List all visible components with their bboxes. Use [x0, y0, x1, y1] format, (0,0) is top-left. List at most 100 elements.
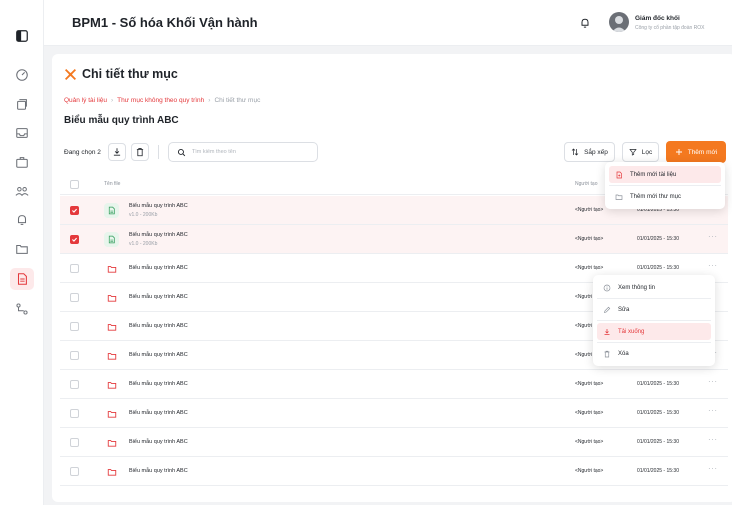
dashboard-icon[interactable] [10, 64, 34, 86]
download-button[interactable] [107, 143, 126, 161]
file-meta: v1.0 - 200Kb [129, 241, 158, 247]
file-name[interactable]: Biểu mẫu quy trình ABC [129, 468, 188, 474]
document-icon[interactable] [10, 268, 34, 290]
avatar[interactable] [609, 12, 629, 32]
created-date: 01/01/2025 - 15:30 [637, 381, 679, 387]
file-name[interactable]: Biểu mẫu quy trình ABC [129, 352, 188, 358]
menu-edit[interactable]: Sửa [597, 301, 711, 318]
user-company: Công ty cổ phần tập đoàn ROX [635, 25, 705, 31]
notification-icon[interactable] [10, 209, 34, 231]
row-checkbox[interactable] [70, 380, 79, 389]
filter-label: Lọc [641, 148, 653, 156]
copy-icon[interactable] [10, 93, 34, 115]
row-checkbox[interactable] [70, 235, 79, 244]
selected-count: Đang chọn 2 [64, 148, 101, 156]
row-checkbox[interactable] [70, 351, 79, 360]
user-name: Giám đốc khối [635, 15, 680, 22]
column-creator: Người tạo [575, 181, 598, 187]
delete-button[interactable] [130, 143, 149, 161]
search-box[interactable] [167, 142, 318, 162]
folder-icon [104, 348, 119, 363]
row-checkbox[interactable] [70, 409, 79, 418]
more-options-icon[interactable]: ··· [708, 464, 718, 473]
sort-button[interactable]: Sắp xếp [564, 142, 615, 162]
menu-add-document-label: Thêm mới tài liệu [630, 171, 677, 178]
folder-icon[interactable] [10, 238, 34, 260]
menu-delete[interactable]: Xóa [597, 345, 711, 362]
more-options-icon[interactable]: ··· [708, 406, 718, 415]
folder-settings-icon [64, 68, 77, 81]
folder-add-icon [615, 193, 623, 201]
selection-toolbar: Đang chọn 2 [64, 142, 318, 162]
trash-icon [603, 350, 611, 358]
menu-download-label: Tải xuống [618, 328, 645, 335]
folder-icon [104, 406, 119, 421]
table-row[interactable]: Biểu mẫu quy trình ABC <Người tạo> 01/01/2… [60, 457, 728, 486]
row-checkbox[interactable] [70, 467, 79, 476]
file-name[interactable]: Biểu mẫu quy trình ABC [129, 265, 188, 271]
workflow-icon[interactable] [10, 298, 34, 320]
more-options-icon[interactable]: ··· [708, 435, 718, 444]
file-name[interactable]: Biểu mẫu quy trình ABC [129, 232, 188, 238]
breadcrumb-documents[interactable]: Quản lý tài liệu [64, 97, 107, 104]
folder-icon [104, 377, 119, 392]
plus-icon [675, 148, 683, 156]
breadcrumb-folder[interactable]: Thư mục không theo quy trình [117, 97, 204, 104]
creator: <Người [575, 323, 593, 329]
menu-download[interactable]: Tải xuống [597, 323, 711, 340]
folder-icon [104, 435, 119, 450]
row-checkbox[interactable] [70, 438, 79, 447]
column-file-name: Tên file [104, 181, 121, 187]
more-options-icon[interactable]: ··· [708, 232, 718, 241]
breadcrumb-current: Chi tiết thư mục [214, 97, 261, 104]
sidebar [0, 0, 44, 505]
file-name[interactable]: Biểu mẫu quy trình ABC [129, 439, 188, 445]
search-input[interactable] [191, 149, 309, 155]
table-row[interactable]: Biểu mẫu quy trình ABC v1.0 - 200Kb <Người… [60, 225, 728, 254]
sort-label: Sắp xếp [584, 148, 608, 156]
creator: <Người tạo> [575, 207, 604, 213]
row-checkbox[interactable] [70, 264, 79, 273]
table-row[interactable]: Biểu mẫu quy trình ABC <Người tạo> 01/01/2… [60, 428, 728, 457]
row-checkbox[interactable] [70, 293, 79, 302]
menu-add-folder[interactable]: Thêm mới thư mục [609, 188, 721, 205]
users-icon[interactable] [10, 180, 34, 202]
select-all-checkbox[interactable] [70, 180, 79, 189]
page-title: Chi tiết thư mục [82, 67, 178, 81]
download-icon [603, 328, 611, 336]
document-add-icon [615, 171, 623, 179]
inbox-icon[interactable] [10, 122, 34, 144]
created-date: 01/01/2025 - 15:30 [637, 439, 679, 445]
bell-icon[interactable] [576, 14, 594, 32]
document-file-icon [104, 203, 119, 218]
file-name[interactable]: Biểu mẫu quy trình ABC [129, 381, 188, 387]
file-name[interactable]: Biểu mẫu quy trình ABC [129, 294, 188, 300]
folder-icon [104, 290, 119, 305]
breadcrumb: Quản lý tài liệu › Thư mục không theo quy … [64, 97, 261, 104]
file-name[interactable]: Biểu mẫu quy trình ABC [129, 410, 188, 416]
add-new-button[interactable]: Thêm mới [666, 141, 726, 163]
row-checkbox[interactable] [70, 206, 79, 215]
file-name[interactable]: Biểu mẫu quy trình ABC [129, 323, 188, 329]
file-name[interactable]: Biểu mẫu quy trình ABC [129, 203, 188, 209]
filter-icon [629, 148, 637, 156]
filter-button[interactable]: Lọc [622, 142, 659, 162]
more-options-icon[interactable]: ··· [708, 377, 718, 386]
table-row[interactable]: Biểu mẫu quy trình ABC <Người tạo> 01/01/2… [60, 399, 728, 428]
creator: <Người [575, 294, 593, 300]
row-checkbox[interactable] [70, 322, 79, 331]
table-row[interactable]: Biểu mẫu quy trình ABC <Người tạo> 01/01/2… [60, 370, 728, 399]
menu-delete-label: Xóa [618, 350, 629, 357]
created-date: 01/01/2025 - 15:30 [637, 468, 679, 474]
add-new-menu: Thêm mới tài liệu Thêm mới thư mục [605, 162, 725, 209]
menu-add-document[interactable]: Thêm mới tài liệu [609, 166, 721, 183]
created-date: 01/01/2025 - 15:30 [637, 236, 679, 242]
app-title: BPM1 - Số hóa Khối Vận hành [72, 15, 258, 30]
menu-view-info[interactable]: Xem thông tin [597, 279, 711, 296]
more-options-icon[interactable]: ··· [708, 261, 718, 270]
folder-title: Biểu mẫu quy trình ABC [64, 115, 179, 126]
sidebar-toggle-icon[interactable] [10, 25, 34, 47]
briefcase-icon[interactable] [10, 151, 34, 173]
divider [157, 145, 159, 159]
creator: <Người tạo> [575, 236, 604, 242]
